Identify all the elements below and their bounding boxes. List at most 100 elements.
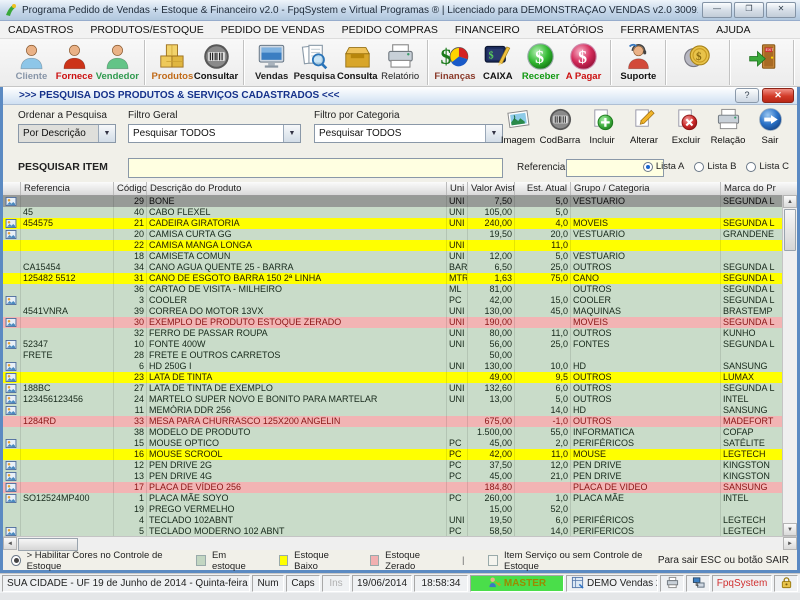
radio-dot[interactable] <box>643 162 653 172</box>
table-row-martelo-super-novo-e-bonito-para-martelar[interactable]: 12345612345624MARTELO SUPER NOVO E BONIT… <box>3 394 797 405</box>
table-row-lata-de-tinta[interactable]: 23LATA DE TINTA49,009,5OUTROSLUMAX <box>3 372 797 383</box>
table-row-frete-e-outros-carretos[interactable]: FRETE28FRETE E OUTROS CARRETOS50,00 <box>3 350 797 361</box>
radio-lista-b[interactable]: Lista B <box>694 161 736 172</box>
column-header-valor-avista[interactable]: Valor Avista <box>468 182 515 195</box>
table-row-cano-agua-quente-25-barra[interactable]: CA1545434CANO AGUA QUENTE 25 - BARRABAR6… <box>3 262 797 273</box>
menu-pedido-compras[interactable]: PEDIDO COMPRAS <box>342 24 438 36</box>
cell-valor: 12,00 <box>468 251 515 262</box>
table-row-prego-vermelho[interactable]: 19PREGO VERMELHO15,0052,0 <box>3 504 797 515</box>
toolbar-button-produtos[interactable]: Produtos <box>151 39 194 86</box>
toolbar-button-vendedor[interactable]: Vendedor <box>96 39 139 86</box>
toolbar-button-fornece[interactable]: Fornece <box>53 39 96 86</box>
table-row-mem-ria-ddr-256[interactable]: 11MEMÓRIA DDR 25614,0HDSANSUNG <box>3 405 797 416</box>
column-header-uni[interactable]: Uni <box>447 182 468 195</box>
toolbar-button-relat-rio[interactable]: Relatório <box>379 39 422 86</box>
horizontal-scrollbar[interactable]: ◄ ► <box>3 536 797 550</box>
table-row-lata-de-tinta-de-exemplo[interactable]: 188BC27LATA DE TINTA DE EXEMPLOUNI132,60… <box>3 383 797 394</box>
toolbar-button-a-pagar[interactable]: $A Pagar <box>562 39 605 86</box>
order-filter-select[interactable]: Por Descrição ▼ <box>18 124 116 143</box>
toolbar-button-vendas[interactable]: Vendas <box>250 39 293 86</box>
table-row-mouse-optico[interactable]: 15MOUSE OPTICOPC45,002,0PERIFÉRICOSSATÉL… <box>3 438 797 449</box>
column-header-est-atual[interactable]: Est. Atual <box>515 182 571 195</box>
incluir-button[interactable]: Incluir <box>581 107 623 146</box>
alterar-button[interactable]: Alterar <box>623 107 665 146</box>
column-header-grupo-categoria[interactable]: Grupo / Categoria <box>571 182 721 195</box>
minimize-button[interactable]: — <box>702 2 732 18</box>
menu-relat-rios[interactable]: RELATÓRIOS <box>537 24 604 36</box>
radio-dot[interactable] <box>746 162 756 172</box>
excluir-button[interactable]: Excluir <box>665 107 707 146</box>
toolbar-button-caixa[interactable]: $CAIXA <box>476 39 519 86</box>
table-row-cartao-de-visita-milheiro[interactable]: 36CARTAO DE VISITA - MILHEIROML81,00OUTR… <box>3 284 797 295</box>
table-row-camiseta-comun[interactable]: 18CAMISETA COMUNUNI12,005,0VESTUARIO <box>3 251 797 262</box>
column-header-referencia[interactable]: Referencia <box>21 182 114 195</box>
cell-valor: 42,00 <box>468 295 515 306</box>
close-button[interactable]: ✕ <box>766 2 796 18</box>
order-filter-label: Ordenar a Pesquisa <box>18 110 107 121</box>
scroll-left-icon[interactable]: ◄ <box>3 537 17 550</box>
menu-cadastros[interactable]: CADASTROS <box>8 24 73 36</box>
table-row-hd-250g-i[interactable]: 6HD 250G IUNI130,0010,0HDSANSUNG <box>3 361 797 372</box>
table-row-mesa-para-churrasco-125x200-angelin[interactable]: 1284RD33MESA PARA CHURRASCO 125X200 ANGE… <box>3 416 797 427</box>
table-row-ferro-de-passar-roupa[interactable]: 32FERRO DE PASSAR ROUPAUNI80,0011,0OUTRO… <box>3 328 797 339</box>
table-row-modelo-de-produto[interactable]: 38MODELO DE PRODUTO1.500,0055,0INFORMATI… <box>3 427 797 438</box>
radio-lista-a[interactable]: Lista A <box>643 161 685 172</box>
vertical-scrollbar[interactable]: ▲ ▼ <box>782 195 797 536</box>
menu-ferramentas[interactable]: FERRAMENTAS <box>621 24 700 36</box>
menu-pedido-de-vendas[interactable]: PEDIDO DE VENDAS <box>221 24 325 36</box>
table-row-pen-drive-2g[interactable]: 12PEN DRIVE 2GPC37,5012,0PEN DRIVEKINGST… <box>3 460 797 471</box>
menu-produtos-estoque[interactable]: PRODUTOS/ESTOQUE <box>90 24 203 36</box>
toolbar-button-pesquisa[interactable]: Pesquisa <box>293 39 336 86</box>
table-row-cooler[interactable]: 3COOLERPC42,0015,0COOLERSEGUNDA L <box>3 295 797 306</box>
toolbar-button-consulta[interactable]: Consulta <box>336 39 379 86</box>
menu-financeiro[interactable]: FINANCEIRO <box>455 24 520 36</box>
horizontal-scroll-thumb[interactable] <box>18 538 78 551</box>
toolbar-button-coins-icon[interactable]: $ <box>672 39 724 86</box>
sales-monitor-icon <box>257 41 286 71</box>
toolbar-button-exit-door-icon[interactable]: EXIT <box>736 39 788 86</box>
radio-lista-c[interactable]: Lista C <box>746 161 789 172</box>
table-row-camisa-manga-longa[interactable]: 22CAMISA MANGA LONGAUNI11,0 <box>3 240 797 251</box>
table-row-correa-do-motor-13vx[interactable]: 4541VNRA39CORREA DO MOTOR 13VXUNI130,004… <box>3 306 797 317</box>
rela-o-button[interactable]: Relação <box>707 107 749 146</box>
table-row-placa-m-e-soyo[interactable]: SO12524MP4001PLACA MÃE SOYOPC260,001,0PL… <box>3 493 797 504</box>
column-header-descricao[interactable]: Descrição do Produto <box>147 182 447 195</box>
toolbar-button-consultar[interactable]: Consultar <box>194 39 238 86</box>
table-row-camisa-curta-gg[interactable]: 20CAMISA CURTA GG19,5020,0VESTUARIOGRAND… <box>3 229 797 240</box>
table-row-pen-drive-4g[interactable]: 13PEN DRIVE 4GPC45,0021,0PEN DRIVEKINGST… <box>3 471 797 482</box>
search-item-input[interactable] <box>128 158 503 178</box>
column-header-icon[interactable] <box>3 182 21 195</box>
scroll-up-icon[interactable]: ▲ <box>783 195 797 208</box>
cell-code: 15 <box>114 438 147 449</box>
codbarra-button[interactable]: CodBarra <box>539 107 581 146</box>
toolbar-button-cliente[interactable]: Cliente <box>10 39 53 86</box>
menu-ajuda[interactable]: AJUDA <box>716 24 750 36</box>
table-row-exemplo-de-produto-estoque-zerado[interactable]: 30EXEMPLO DE PRODUTO ESTOQUE ZERADOUNI19… <box>3 317 797 328</box>
toolbar-button-receber[interactable]: $Receber <box>519 39 562 86</box>
toolbar-button-finan-as[interactable]: $Finanças <box>434 39 477 86</box>
panel-help-button[interactable]: ? <box>735 88 759 103</box>
general-filter-select[interactable]: Pesquisar TODOS ▼ <box>128 124 301 143</box>
table-row-cadeira-giratoria[interactable]: 45457521CADEIRA GIRATORIAUNI240,004,0MOV… <box>3 218 797 229</box>
table-row-cabo-flexel[interactable]: 4540CABO FLEXELUNI105,005,0 <box>3 207 797 218</box>
table-row-fonte-400w[interactable]: 5234710FONTE 400WUNI56,0025,0FONTESSEGUN… <box>3 339 797 350</box>
scroll-down-icon[interactable]: ▼ <box>783 523 797 536</box>
restore-button[interactable]: ❐ <box>734 2 764 18</box>
radio-dot[interactable] <box>694 162 704 172</box>
imagem-button[interactable]: Imagem <box>497 107 539 146</box>
table-row-bone[interactable]: 29BONEUNI7,505,0VESTUARIOSEGUNDA L <box>3 196 797 207</box>
vertical-scroll-thumb[interactable] <box>784 209 796 251</box>
toolbar-button-suporte[interactable]: Suporte <box>617 39 660 86</box>
cell-uni: PC <box>447 295 468 306</box>
enable-colors-checkbox[interactable] <box>11 555 21 566</box>
scroll-right-icon[interactable]: ► <box>783 537 797 550</box>
sair-button[interactable]: Sair <box>749 107 791 146</box>
column-header-codigo[interactable]: Código <box>114 182 147 195</box>
table-row-mouse-scrool[interactable]: 16MOUSE SCROOLPC42,0011,0MOUSELEGTECH <box>3 449 797 460</box>
panel-close-button[interactable]: ✕ <box>762 88 794 103</box>
table-row-placa-de-v-deo-256[interactable]: 17PLACA DE VÍDEO 256184,80PLACA DE VIDEO… <box>3 482 797 493</box>
category-filter-select[interactable]: Pesquisar TODOS ▼ <box>314 124 503 143</box>
table-row-teclado-102abnt[interactable]: 4TECLADO 102ABNTUNI19,506,0PERIFÉRICOSLE… <box>3 515 797 526</box>
column-header-marca[interactable]: Marca do Pr <box>721 182 782 195</box>
table-row-cano-de-esgoto-barra-150-2-linha[interactable]: 125482 551231CANO DE ESGOTO BARRA 150 2ª… <box>3 273 797 284</box>
